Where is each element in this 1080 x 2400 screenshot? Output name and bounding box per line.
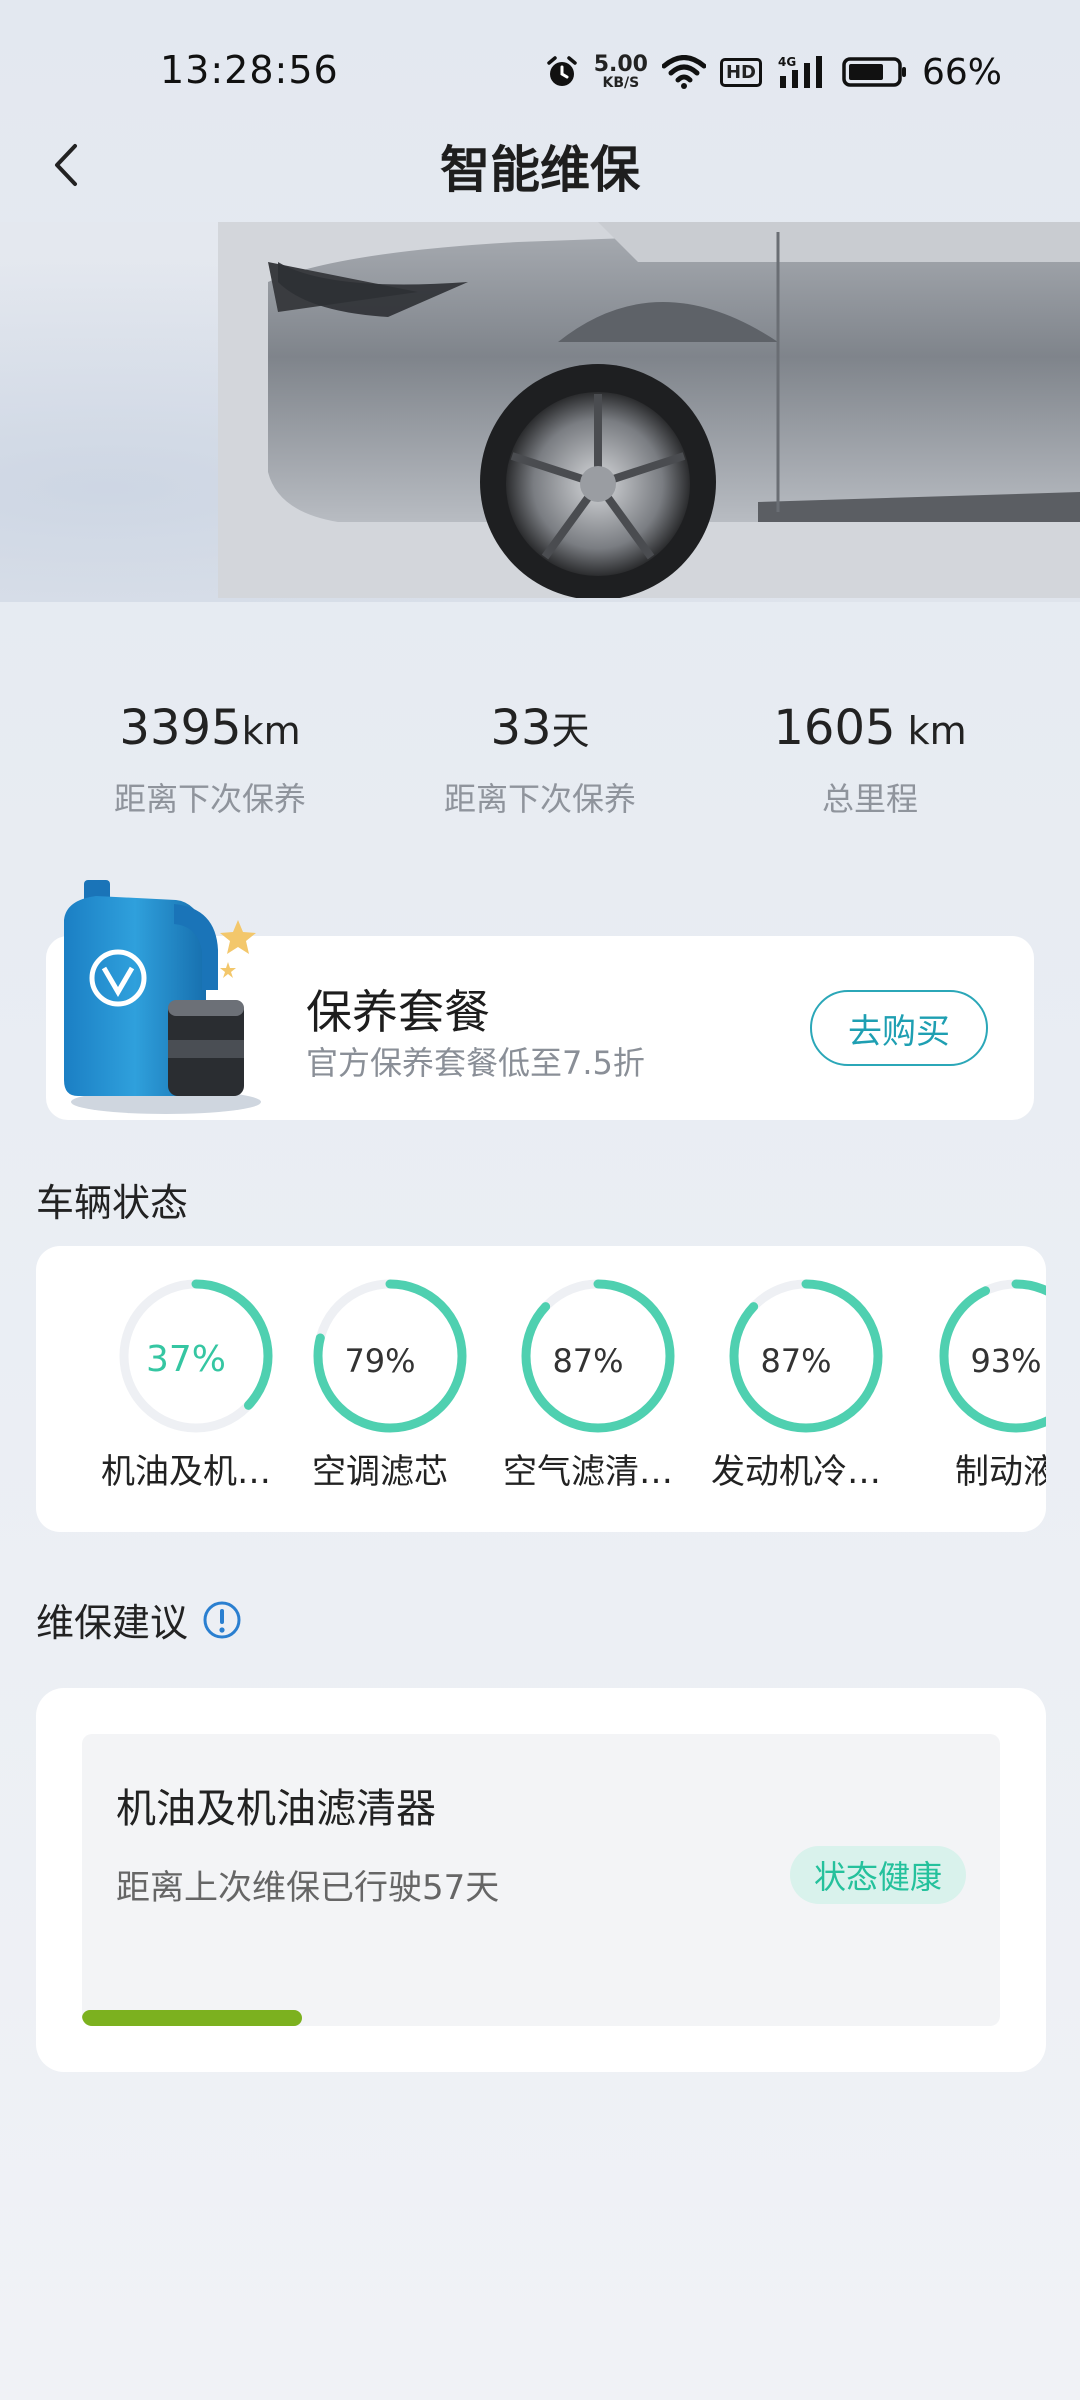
maintenance-advice-card: 机油及机油滤清器 距离上次维保已行驶57天 状态健康 [36, 1688, 1046, 2072]
hd-icon: HD [719, 57, 762, 87]
gauge-engine-oil[interactable]: 37% 机油及机… [86, 1246, 286, 1532]
info-icon[interactable] [202, 1600, 242, 1640]
buy-button[interactable]: 去购买 [810, 990, 988, 1066]
maintenance-advice-title: 维保建议 [36, 1592, 242, 1647]
stat-number: 3395 [119, 700, 242, 756]
status-badge: 状态健康 [789, 1846, 966, 1904]
gauge-label: 制动液 [955, 1452, 1046, 1492]
stat-label: 距离下次保养 [443, 780, 636, 818]
gauge-label: 空调滤芯 [312, 1452, 448, 1492]
advice-item-title: 机油及机油滤清器 [116, 1786, 436, 1832]
package-title: 保养套餐 [306, 985, 490, 1039]
stat-value: 33天 [375, 700, 705, 756]
network-speed-value: 5.00 [593, 52, 648, 77]
gauge-air-filter[interactable]: 87% 空气滤清… [488, 1246, 688, 1532]
oil-bottle-image [64, 880, 261, 1114]
stat-total-mileage: 1605 km 总里程 [705, 700, 1035, 820]
stat-next-maintenance-days: 33天 距离下次保养 [375, 700, 705, 820]
page-title: 智能维保 [440, 141, 640, 199]
gauge-percent: 87% [760, 1342, 832, 1380]
advice-item-desc: 距离上次维保已行驶57天 [116, 1868, 500, 1908]
vehicle-status-title: 车辆状态 [36, 1181, 189, 1225]
status-time: 13:28:56 [160, 48, 339, 92]
advice-progress-track [82, 2010, 1000, 2026]
battery-percent: 66% [921, 51, 1002, 93]
advice-item[interactable]: 机油及机油滤清器 距离上次维保已行驶57天 状态健康 [82, 1734, 1000, 2026]
stat-value: 1605 km [705, 700, 1035, 756]
advice-progress-fill [82, 2010, 303, 2026]
gauge-percent: 79% [344, 1342, 416, 1380]
vehicle-status-card: 37% 机油及机… 79% 空调滤芯 87% 空气滤清… 87% 发动机冷… 9… [36, 1246, 1046, 1532]
car-image [218, 222, 1080, 598]
gauge-percent: 37% [145, 1339, 226, 1380]
gauge-ac-filter[interactable]: 79% 空调滤芯 [280, 1246, 480, 1532]
gauge-label: 机油及机… [101, 1452, 271, 1492]
stat-next-maintenance-distance: 3395km 距离下次保养 [45, 700, 375, 820]
gauge-percent: 93% [970, 1342, 1042, 1380]
alarm-icon [544, 54, 580, 90]
signal-icon: 4G [776, 54, 828, 90]
gauge-percent: 87% [552, 1342, 624, 1380]
gauge-label: 发动机冷… [711, 1452, 881, 1492]
network-speed: 5.00 KB/S [593, 52, 648, 91]
maintenance-advice-label: 维保建议 [36, 1601, 189, 1645]
package-subtitle: 官方保养套餐低至7.5折 [306, 1044, 645, 1082]
stat-number: 33 [490, 700, 552, 756]
stat-unit: 天 [551, 709, 590, 753]
gauge-brake-fluid[interactable]: 93% 制动液 [906, 1246, 1046, 1532]
stat-unit: km [241, 709, 301, 753]
wifi-icon [661, 55, 706, 89]
stat-label: 总里程 [821, 780, 918, 818]
status-bar: 13:28:56 5.00 KB/S HD 4G 66% [0, 0, 1080, 140]
stat-number: 1605 [773, 700, 896, 756]
svg-text:4G: 4G [778, 55, 796, 69]
stat-value: 3395km [45, 700, 375, 756]
maintenance-stats: 3395km 距离下次保养 33天 距离下次保养 1605 km 总里程 [0, 700, 1080, 820]
hero-banner [0, 222, 1080, 602]
status-icons: 5.00 KB/S HD 4G 66% [544, 44, 1002, 100]
battery-icon [842, 56, 908, 88]
stat-label: 距离下次保养 [113, 780, 306, 818]
stat-unit: km [895, 709, 967, 753]
gauge-engine-coolant[interactable]: 87% 发动机冷… [696, 1246, 896, 1532]
gauge-label: 空气滤清… [503, 1452, 673, 1492]
network-speed-unit: KB/S [602, 75, 640, 91]
